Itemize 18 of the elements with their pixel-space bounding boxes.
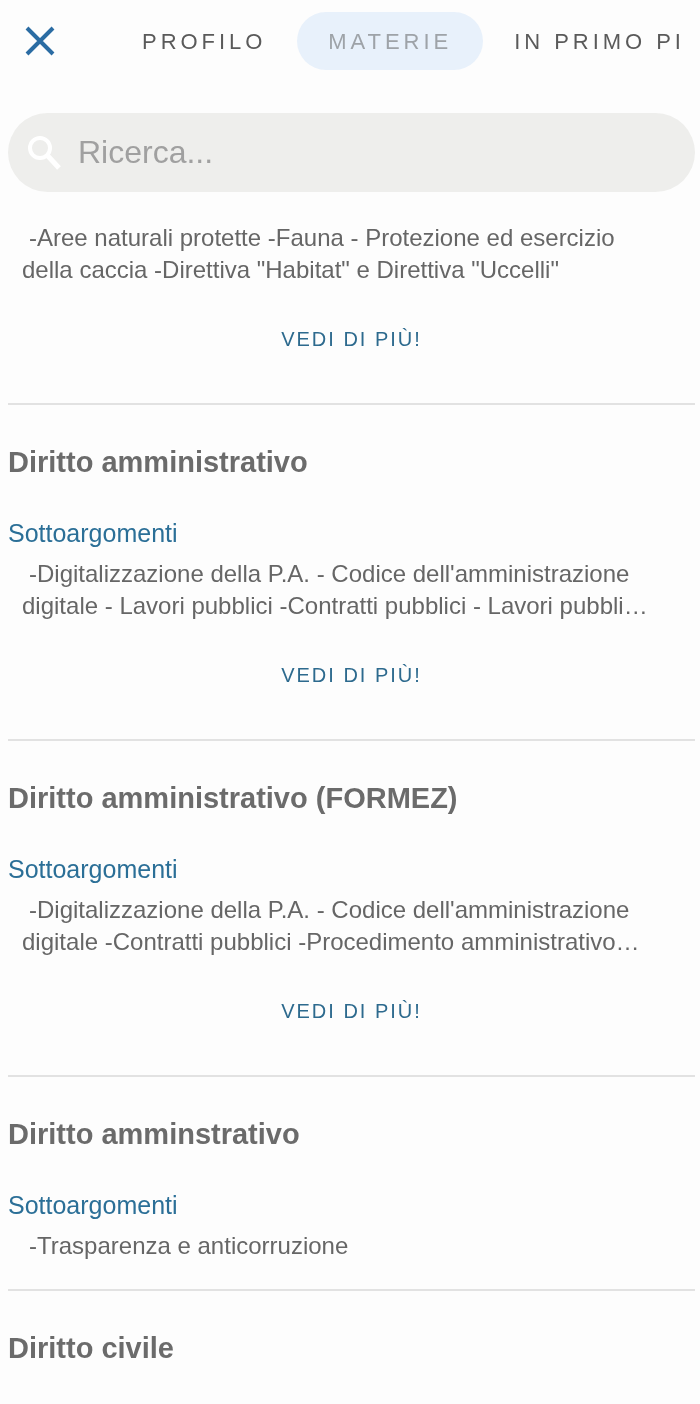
- see-more-link[interactable]: VEDI DI PIÙ!: [281, 327, 422, 351]
- subtopics-label: Sottoargomenti: [8, 1190, 179, 1221]
- subject-title: Diritto amministrativo (FORMEZ): [8, 781, 459, 816]
- subtopics-text: -Trasparenza e anticorruzione: [28, 1231, 350, 1261]
- subject-title: Diritto amminstrativo: [8, 1117, 301, 1152]
- see-more-link[interactable]: VEDI DI PIÙ!: [281, 999, 422, 1023]
- subtopics-text: -Digitalizzazione della P.A. - Codice dell'amministrazione digitale - Lavori pubblici -Contratti pubblici - Lavori pubbli…: [21, 559, 649, 621]
- tab[interactable]: IN PRIMO PI: [483, 12, 685, 70]
- subtopics-label: Sottoargomenti: [8, 854, 179, 885]
- tab[interactable]: PROFILO: [111, 12, 298, 70]
- subtopics-text: -Digitalizzazione della P.A. - Codice dell'amministrazione digitale -Contratti pubblici -Procedimento amministrativo…: [21, 895, 641, 957]
- close-icon: [25, 26, 55, 56]
- search-field[interactable]: Ricerca...: [8, 113, 695, 192]
- see-more-link[interactable]: VEDI DI PIÙ!: [281, 663, 422, 687]
- subtopics-label: Sottoargomenti: [8, 518, 179, 549]
- subtopics-text: -Aree naturali protette -Fauna - Protezione ed esercizio della caccia -Direttiva "Habitat" e Direttiva "Uccelli": [21, 223, 616, 285]
- subject-title: Diritto civile: [8, 1331, 175, 1366]
- subject-title: Diritto amministrativo: [8, 445, 309, 480]
